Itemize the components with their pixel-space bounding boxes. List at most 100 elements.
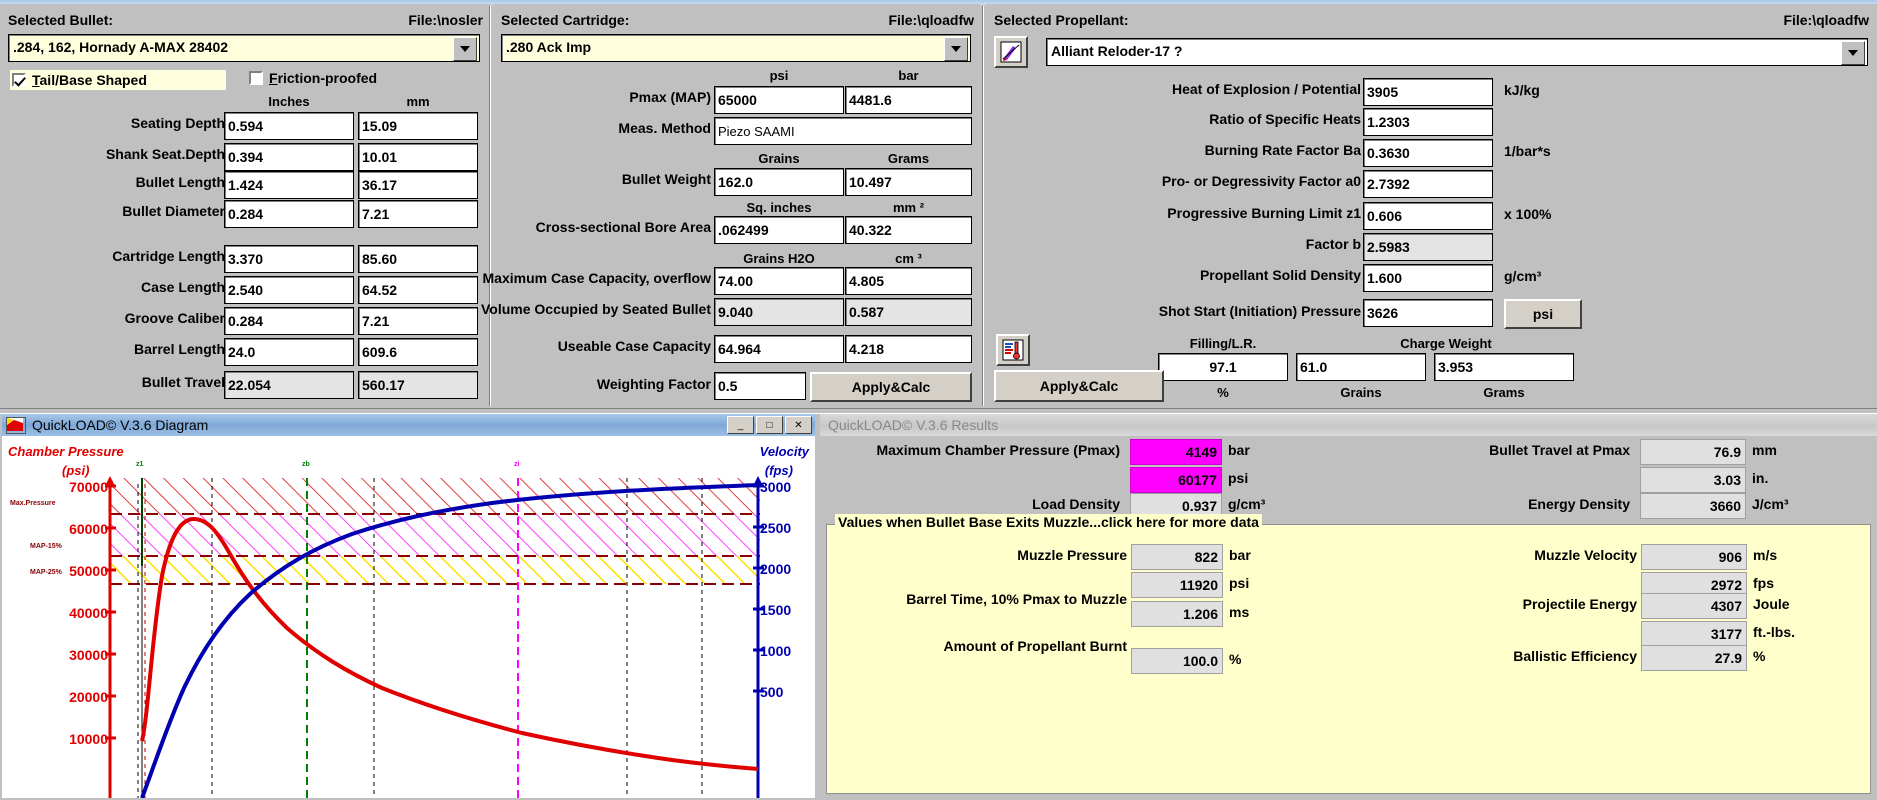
row-label: Shank Seat.Depth [105, 146, 225, 162]
minimize-button[interactable]: _ [727, 416, 754, 434]
projectile-energy-ftlbs-unit: ft.-lbs. [1753, 624, 1795, 640]
charge-grains-value[interactable]: 61.0 [1296, 353, 1426, 381]
barrel-time-label: Barrel Time, 10% Pmax to Muzzle [906, 591, 1127, 607]
row-value[interactable]: 1.600 [1363, 264, 1493, 292]
results-title-bar[interactable]: QuickLOAD© V.3.6 Results [820, 414, 1877, 436]
row-value[interactable]: 0.606 [1363, 202, 1493, 230]
row-label: Barrel Length [133, 341, 225, 357]
weighting-factor-label: Weighting Factor [596, 376, 711, 392]
propellant-file-label: File:\qloadfw [1783, 12, 1869, 28]
close-button[interactable]: ✕ [785, 416, 812, 434]
bullet-panel: Selected Bullet: File:\nosler .284, 162,… [0, 4, 491, 410]
row-value-mm[interactable]: 7.21 [358, 200, 478, 228]
filling-value[interactable]: 97.1 [1158, 353, 1288, 381]
bullet-weight-grains-value[interactable]: 162.0 [714, 168, 844, 196]
weighting-factor-value[interactable]: 0.5 [714, 372, 806, 400]
meas-method-row: Meas. Method Piezo SAAMI [493, 117, 980, 146]
row-value-inches[interactable]: 0.284 [224, 200, 354, 228]
useable-capacity-grains-value[interactable]: 64.964 [714, 335, 844, 363]
muzzle-velocity-ms-result: 906 [1641, 544, 1747, 570]
diagram-title-bar[interactable]: QuickLOAD© V.3.6 Diagram _ □ ✕ [2, 414, 815, 436]
propellant-edit-icon-button[interactable] [994, 36, 1028, 68]
diagram-window: QuickLOAD© V.3.6 Diagram _ □ ✕ Chamber P… [0, 414, 817, 800]
muzzle-exit-group-title[interactable]: Values when Bullet Base Exits Muzzle...c… [835, 514, 1262, 530]
checkbox-box[interactable] [12, 73, 26, 87]
row-value-mm[interactable]: 36.17 [358, 171, 478, 199]
propellant-select-combo[interactable]: Alliant Reloder-17 ? [1046, 38, 1868, 66]
row-value-inches[interactable]: 3.370 [224, 245, 354, 273]
shot-start-unit-button[interactable]: psi [1504, 299, 1582, 329]
chevron-down-icon[interactable] [453, 37, 477, 61]
row-value-inches[interactable]: 2.540 [224, 276, 354, 304]
projectile-energy-label: Projectile Energy [1522, 596, 1637, 612]
charge-grams-value[interactable]: 3.953 [1434, 353, 1574, 381]
friction-proofed-checkbox[interactable]: Friction-proofed [249, 70, 377, 86]
row-value[interactable]: 0.3630 [1363, 139, 1493, 167]
pmax-bar-value[interactable]: 4481.6 [845, 86, 972, 114]
row-label: Groove Caliber [124, 310, 225, 326]
results-title-text: QuickLOAD© V.3.6 Results [828, 417, 999, 433]
meas-method-value[interactable]: Piezo SAAMI [714, 117, 972, 145]
checkbox-box[interactable] [249, 71, 263, 85]
bore-area-sqin-value[interactable]: .062499 [714, 216, 844, 244]
row-label: Factor b [1305, 236, 1361, 252]
row-value-mm[interactable]: 609.6 [358, 338, 478, 366]
row-value-mm[interactable]: 64.52 [358, 276, 478, 304]
pmax-psi-value[interactable]: 65000 [714, 86, 844, 114]
row-value-inches[interactable]: 0.394 [224, 143, 354, 171]
bullet-travel-in-result: 3.03 [1640, 467, 1746, 493]
bullet-row: Shank Seat.Depth 0.394 10.01 [0, 143, 491, 172]
bullet-row: Bullet Travel 22.054 560.17 [0, 371, 491, 400]
thermometer-icon [1002, 339, 1024, 361]
results-window: QuickLOAD© V.3.6 Results Maximum Chamber… [820, 414, 1877, 800]
weighting-factor-row: Weighting Factor 0.5 Apply&Calc [493, 372, 980, 402]
row-value-mm[interactable]: 7.21 [358, 307, 478, 335]
bullet-select-combo[interactable]: .284, 162, Hornady A-MAX 28402 [8, 34, 480, 62]
propellant-apply-calc-button[interactable]: Apply&Calc [994, 370, 1164, 402]
temperature-icon-button[interactable] [996, 334, 1030, 366]
max-case-capacity-grains-value[interactable]: 74.00 [714, 267, 844, 295]
row-value-inches[interactable]: 0.594 [224, 112, 354, 140]
row-value[interactable]: 2.7392 [1363, 170, 1493, 198]
meas-method-label: Meas. Method [618, 120, 711, 136]
panel-divider-1 [489, 6, 491, 406]
row-value-inches[interactable]: 1.424 [224, 171, 354, 199]
shot-start-value[interactable]: 3626 [1363, 299, 1493, 327]
diagram-window-buttons: _ □ ✕ [727, 416, 812, 434]
load-density-unit: g/cm³ [1228, 496, 1266, 512]
muzzle-velocity-fps-unit: fps [1753, 575, 1774, 591]
volume-seated-bullet-row: Volume Occupied by Seated Bullet 9.040 0… [481, 298, 980, 327]
bullet-row: Bullet Diameter 0.284 7.21 [0, 200, 491, 229]
muzzle-pressure-psi-unit: psi [1229, 575, 1250, 591]
tail-base-shaped-label: Tail/Base Shaped [32, 72, 147, 88]
useable-capacity-row: Useable Case Capacity 64.964 4.218 [493, 335, 980, 364]
chevron-down-icon[interactable] [944, 37, 968, 61]
cartridge-panel-title: Selected Cartridge: [501, 12, 630, 28]
unit-header-bar: bar [898, 68, 919, 83]
max-case-capacity-label: Maximum Case Capacity, overflow [482, 270, 711, 286]
muzzle-exit-groupbox[interactable]: Values when Bullet Base Exits Muzzle...c… [826, 514, 1871, 794]
charge-weight-header: Charge Weight [1400, 336, 1492, 351]
propellant-row: Burning Rate Factor Ba 0.3630 1/bar*s [986, 139, 1877, 168]
max-case-capacity-cm3-value[interactable]: 4.805 [845, 267, 972, 295]
bullet-weight-grams-value[interactable]: 10.497 [845, 168, 972, 196]
row-value-mm[interactable]: 15.09 [358, 112, 478, 140]
chevron-down-icon[interactable] [1841, 41, 1865, 65]
volume-seated-cm3-value: 0.587 [845, 298, 972, 326]
row-value-inches[interactable]: 24.0 [224, 338, 354, 366]
bore-area-mm2-value[interactable]: 40.322 [845, 216, 972, 244]
row-value[interactable]: 3905 [1363, 78, 1493, 106]
row-value-mm[interactable]: 10.01 [358, 143, 478, 171]
unit-header-psi: psi [769, 68, 789, 83]
useable-capacity-cm3-value[interactable]: 4.218 [845, 335, 972, 363]
pressure-velocity-plot[interactable]: Chamber Pressure (psi) Velocity (fps) 70… [2, 436, 815, 798]
pmax-row: Pmax (MAP) 65000 4481.6 [493, 86, 980, 115]
row-value-mm[interactable]: 85.60 [358, 245, 478, 273]
row-value[interactable]: 1.2303 [1363, 108, 1493, 136]
cartridge-apply-calc-button[interactable]: Apply&Calc [810, 372, 972, 402]
row-label: Case Length [140, 279, 225, 295]
cartridge-select-combo[interactable]: .280 Ack Imp [501, 34, 971, 62]
row-value-inches[interactable]: 0.284 [224, 307, 354, 335]
tail-base-shaped-checkbox[interactable]: Tail/Base Shaped [10, 70, 226, 90]
maximize-button[interactable]: □ [756, 416, 783, 434]
